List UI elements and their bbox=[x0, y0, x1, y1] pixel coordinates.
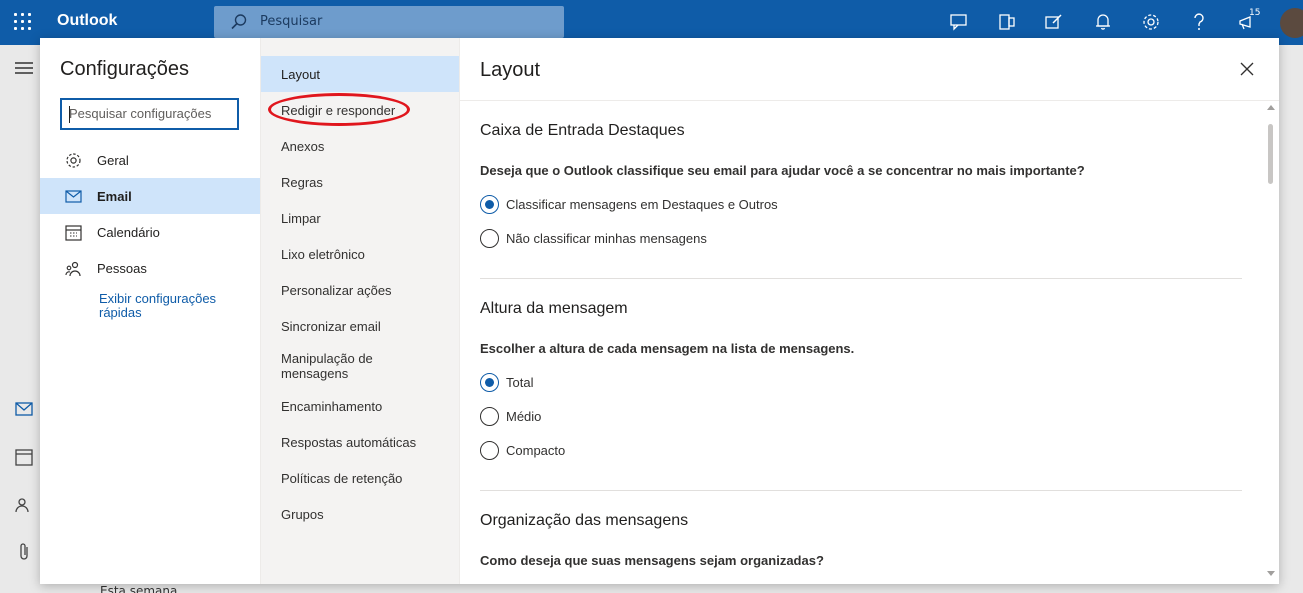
radio-dont-sort[interactable]: Não classificar minhas mensagens bbox=[480, 229, 707, 248]
subcategory-encaminhamento[interactable]: Encaminhamento bbox=[261, 388, 459, 424]
search-box[interactable]: Pesquisar bbox=[214, 6, 564, 38]
compose-icon[interactable] bbox=[1043, 11, 1065, 33]
settings-dialog: Configurações Pesquisar configurações Ge… bbox=[40, 38, 1279, 584]
close-icon[interactable] bbox=[1238, 60, 1256, 78]
pane-title: Layout bbox=[480, 59, 541, 81]
settings-subcategories-panel: Layout Redigir e responder Anexos Regras… bbox=[260, 38, 460, 584]
settings-title: Configurações bbox=[60, 58, 189, 80]
scroll-down-arrow-icon[interactable] bbox=[1267, 571, 1275, 576]
radio-label: Não classificar minhas mensagens bbox=[506, 231, 707, 246]
header-divider bbox=[460, 100, 1279, 101]
settings-search-input[interactable]: Pesquisar configurações bbox=[60, 98, 239, 130]
radio-indicator bbox=[480, 441, 499, 460]
radio-height-compacto[interactable]: Compacto bbox=[480, 441, 565, 460]
calendar-icon bbox=[64, 223, 82, 241]
radio-height-medio[interactable]: Médio bbox=[480, 407, 541, 426]
subcategory-politicas-de-retencao[interactable]: Políticas de retenção bbox=[261, 460, 459, 496]
rail-mail-icon[interactable] bbox=[14, 399, 34, 419]
chat-icon[interactable] bbox=[948, 11, 970, 33]
rail-calendar-icon[interactable] bbox=[14, 447, 34, 467]
rail-attachment-icon[interactable] bbox=[14, 542, 34, 562]
subcategory-grupos[interactable]: Grupos bbox=[261, 496, 459, 532]
category-pessoas[interactable]: Pessoas bbox=[40, 250, 260, 286]
section-heading-focused-inbox: Caixa de Entrada Destaques bbox=[480, 122, 685, 139]
subcategory-respostas-automaticas[interactable]: Respostas automáticas bbox=[261, 424, 459, 460]
hamburger-icon[interactable] bbox=[15, 62, 33, 74]
settings-categories-panel: Configurações Pesquisar configurações Ge… bbox=[40, 38, 260, 584]
radio-label: Total bbox=[506, 375, 534, 390]
category-geral[interactable]: Geral bbox=[40, 142, 260, 178]
app-launcher-icon[interactable] bbox=[14, 13, 32, 31]
bell-icon[interactable] bbox=[1092, 11, 1114, 33]
section-divider bbox=[480, 490, 1242, 491]
text-caret bbox=[69, 106, 70, 123]
subcategory-lixo-eletronico[interactable]: Lixo eletrônico bbox=[261, 236, 459, 272]
category-email[interactable]: Email bbox=[40, 178, 260, 214]
radio-label: Médio bbox=[506, 409, 542, 424]
section-heading-message-organization: Organização das mensagens bbox=[480, 512, 689, 529]
pane-scrollbar[interactable] bbox=[1263, 101, 1279, 584]
subcategory-regras[interactable]: Regras bbox=[261, 164, 459, 200]
category-label: Calendário bbox=[97, 224, 160, 240]
quick-settings-link[interactable]: Exibir configurações rápidas bbox=[99, 292, 239, 320]
subcategory-sincronizar-email[interactable]: Sincronizar email bbox=[261, 308, 459, 344]
gear-icon[interactable] bbox=[1140, 11, 1162, 33]
category-calendario[interactable]: Calendário bbox=[40, 214, 260, 250]
red-annotation-circle bbox=[268, 93, 410, 126]
subcategory-manipulacao-de-mensagens[interactable]: Manipulação de mensagens bbox=[261, 344, 391, 388]
background-week-label: Esta semana bbox=[100, 584, 178, 593]
scroll-thumb[interactable] bbox=[1268, 124, 1273, 184]
notification-badge: 15 bbox=[1249, 8, 1261, 18]
category-label: Email bbox=[97, 188, 132, 204]
radio-indicator bbox=[480, 229, 499, 248]
category-label: Pessoas bbox=[97, 260, 147, 276]
gear-icon bbox=[64, 151, 82, 169]
mail-icon bbox=[64, 187, 82, 205]
rail-people-icon[interactable] bbox=[14, 495, 34, 515]
section-question-message-height: Escolher a altura de cada mensagem na li… bbox=[480, 341, 855, 356]
subcategory-anexos[interactable]: Anexos bbox=[261, 128, 459, 164]
app-brand[interactable]: Outlook bbox=[57, 12, 117, 30]
radio-sort-focused[interactable]: Classificar mensagens em Destaques e Out… bbox=[480, 195, 778, 214]
radio-indicator bbox=[480, 407, 499, 426]
search-placeholder: Pesquisar bbox=[260, 14, 323, 29]
search-icon bbox=[231, 14, 247, 30]
help-icon[interactable] bbox=[1188, 11, 1210, 33]
office-icon[interactable] bbox=[996, 11, 1018, 33]
scroll-up-arrow-icon[interactable] bbox=[1267, 105, 1275, 110]
radio-selected-indicator bbox=[480, 195, 499, 214]
section-heading-message-height: Altura da mensagem bbox=[480, 300, 628, 317]
layout-settings-pane: Layout Caixa de Entrada Destaques Deseja… bbox=[460, 38, 1279, 584]
radio-label: Compacto bbox=[506, 443, 566, 458]
radio-selected-indicator bbox=[480, 373, 499, 392]
subcategory-personalizar-acoes[interactable]: Personalizar ações bbox=[261, 272, 459, 308]
subcategory-layout[interactable]: Layout bbox=[261, 56, 459, 92]
settings-search-placeholder: Pesquisar configurações bbox=[69, 106, 212, 121]
section-divider bbox=[480, 278, 1242, 279]
radio-height-total[interactable]: Total bbox=[480, 373, 533, 392]
radio-label: Classificar mensagens em Destaques e Out… bbox=[506, 197, 778, 212]
section-question-focused-inbox: Deseja que o Outlook classifique seu ema… bbox=[480, 163, 1085, 178]
avatar[interactable] bbox=[1280, 8, 1303, 38]
subcategory-limpar[interactable]: Limpar bbox=[261, 200, 459, 236]
category-label: Geral bbox=[97, 152, 129, 168]
section-question-message-organization: Como deseja que suas mensagens sejam org… bbox=[480, 553, 824, 568]
people-icon bbox=[64, 259, 82, 277]
